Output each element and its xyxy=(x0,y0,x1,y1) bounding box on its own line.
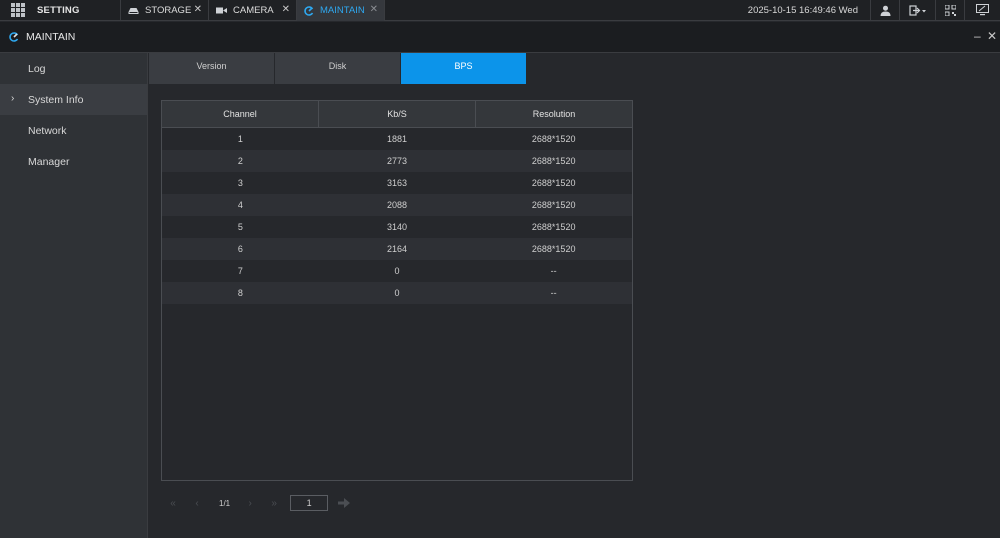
go-page-button[interactable] xyxy=(336,495,352,511)
table-row[interactable]: 7 0 -- xyxy=(162,260,632,282)
close-icon[interactable]: ✕ xyxy=(987,29,997,43)
table-cell: 5 xyxy=(237,222,243,232)
setting-button[interactable]: SETTING xyxy=(0,0,121,20)
user-button[interactable] xyxy=(870,0,899,20)
table-cell: 2688*1520 xyxy=(531,156,576,166)
sidebar-item-label: Log xyxy=(28,62,46,75)
sidebar-item-manager[interactable]: Manager xyxy=(0,146,147,177)
chevron-left-icon: ‹ xyxy=(195,497,199,509)
table-row[interactable]: 6 2164 2688*1520 xyxy=(162,238,632,260)
table-cell: 1 xyxy=(237,134,243,144)
table-cell: 2688*1520 xyxy=(531,222,576,232)
grid-menu-icon xyxy=(11,3,25,17)
tab-maintain[interactable]: MAINTAIN ✕ xyxy=(297,0,385,21)
close-icon[interactable]: ✕ xyxy=(194,4,202,15)
maintain-icon xyxy=(304,5,314,16)
tab-camera[interactable]: CAMERA ✕ xyxy=(209,0,297,21)
table-cell: 8 xyxy=(237,288,243,298)
user-icon xyxy=(880,5,890,16)
maintain-icon xyxy=(9,32,19,42)
table-row[interactable]: 4 2088 2688*1520 xyxy=(162,194,632,216)
tab-bps[interactable]: BPS xyxy=(401,53,526,84)
first-page-button[interactable]: « xyxy=(163,494,183,512)
tab-label: CAMERA xyxy=(233,5,274,16)
table-cell: 0 xyxy=(394,266,400,276)
table-cell: 2773 xyxy=(386,156,408,166)
last-page-button[interactable]: » xyxy=(264,494,284,512)
camera-icon xyxy=(216,7,227,14)
logout-icon xyxy=(908,4,926,16)
datetime: 2025-10-15 16:49:46 Wed xyxy=(747,4,858,16)
table-row[interactable]: 3 3163 2688*1520 xyxy=(162,172,632,194)
table-cell: 3140 xyxy=(386,222,408,232)
table-cell: 2164 xyxy=(386,244,408,254)
storage-icon xyxy=(128,7,139,14)
tab-label: MAINTAIN xyxy=(320,5,365,16)
qr-code-icon xyxy=(944,4,956,16)
tab-storage[interactable]: STORAGE ✕ xyxy=(121,0,209,21)
table-cell: 2688*1520 xyxy=(531,244,576,254)
table-cell: 2688*1520 xyxy=(531,200,576,210)
table-cell: 4 xyxy=(237,200,243,210)
next-page-button[interactable]: › xyxy=(240,494,260,512)
sub-tabs: Version Disk BPS xyxy=(149,53,527,84)
table-cell: 2088 xyxy=(386,200,408,210)
bps-table: Channel Kb/S Resolution 1 1881 2688*1520 2 2… xyxy=(161,100,633,481)
table-cell: 3163 xyxy=(386,178,408,188)
title-bar: MAINTAIN – ✕ xyxy=(0,22,1000,53)
sidebar-item-network[interactable]: Network xyxy=(0,115,147,146)
page-number-input[interactable] xyxy=(290,495,329,511)
minimize-icon[interactable]: – xyxy=(974,29,981,43)
sidebar-item-label: Network xyxy=(28,124,67,137)
table-row[interactable]: 1 1881 2688*1520 xyxy=(162,128,632,150)
sidebar: Log › System Info Network Manager xyxy=(0,53,148,538)
sidebar-item-log[interactable]: Log xyxy=(0,53,147,84)
double-chevron-left-icon: « xyxy=(170,497,176,509)
tab-version[interactable]: Version xyxy=(149,53,274,84)
column-header-resolution: Resolution xyxy=(532,109,576,119)
setting-label: SETTING xyxy=(37,4,80,16)
logout-button[interactable] xyxy=(899,0,935,20)
chevron-right-icon: › xyxy=(248,497,252,509)
close-icon[interactable]: ✕ xyxy=(282,4,290,15)
table-cell: 1881 xyxy=(386,134,408,144)
sidebar-item-label: Manager xyxy=(28,155,70,168)
table-cell: 2688*1520 xyxy=(531,178,576,188)
tab-label: STORAGE xyxy=(145,5,192,16)
table-cell: -- xyxy=(550,266,557,276)
table-cell: -- xyxy=(550,288,557,298)
close-icon[interactable]: ✕ xyxy=(370,4,378,15)
column-header-kbs: Kb/S xyxy=(319,101,476,127)
column-header-channel: Channel xyxy=(162,101,319,127)
page-info: 1/1 xyxy=(219,498,231,508)
table-cell: 3 xyxy=(237,178,243,188)
chevron-right-icon: › xyxy=(11,93,15,104)
table-cell: 0 xyxy=(394,288,400,298)
table-body: 1 1881 2688*1520 2 2773 2688*1520 3 3163 2688*15… xyxy=(162,128,632,304)
tab-disk[interactable]: Disk xyxy=(275,53,400,84)
table-cell: 2 xyxy=(237,156,243,166)
table-cell: 2688*1520 xyxy=(531,134,576,144)
monitor-icon xyxy=(976,4,989,16)
sidebar-item-system-info[interactable]: › System Info xyxy=(0,84,147,115)
table-row[interactable]: 2 2773 2688*1520 xyxy=(162,150,632,172)
prev-page-button[interactable]: ‹ xyxy=(187,494,207,512)
table-row[interactable]: 5 3140 2688*1520 xyxy=(162,216,632,238)
page-title: MAINTAIN xyxy=(26,31,76,43)
table-cell: 6 xyxy=(237,244,243,254)
double-chevron-right-icon: » xyxy=(271,497,277,509)
pagination: « ‹ 1/1 › » xyxy=(163,493,352,513)
table-header: Channel Kb/S Resolution xyxy=(162,101,632,128)
top-bar: SETTING STORAGE ✕ CAMERA ✕ MAINTAIN ✕ 20… xyxy=(0,0,1000,21)
qr-code-button[interactable] xyxy=(935,0,964,20)
arrow-right-icon xyxy=(338,498,351,508)
table-row[interactable]: 8 0 -- xyxy=(162,282,632,304)
table-cell: 7 xyxy=(237,266,243,276)
display-button[interactable] xyxy=(964,0,1000,20)
sidebar-item-label: System Info xyxy=(28,93,84,106)
